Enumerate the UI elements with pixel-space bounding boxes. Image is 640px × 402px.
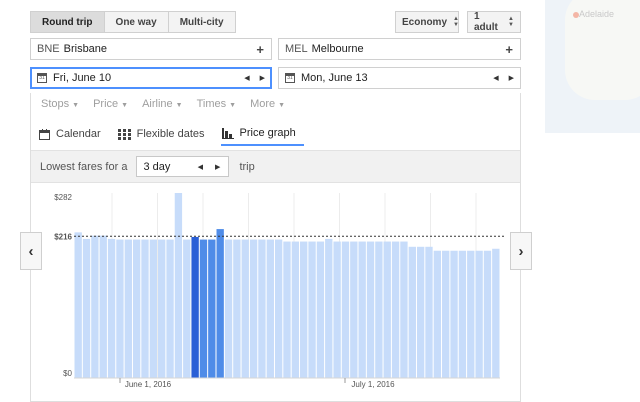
previous-period-button[interactable]: ‹ — [20, 232, 42, 270]
chevron-right-icon: › — [518, 242, 524, 260]
price-bar[interactable] — [99, 235, 107, 378]
price-bar[interactable] — [82, 238, 91, 378]
price-bar[interactable] — [208, 239, 216, 378]
price-bar[interactable] — [116, 239, 124, 378]
price-bar[interactable] — [183, 239, 191, 378]
price-bar[interactable] — [458, 250, 467, 378]
price-bar[interactable] — [233, 239, 241, 378]
price-bar[interactable] — [308, 241, 316, 378]
price-bar[interactable] — [124, 239, 132, 378]
price-bar[interactable] — [425, 246, 433, 378]
price-bar[interactable] — [74, 232, 82, 378]
price-bar[interactable] — [158, 239, 166, 378]
price-bar[interactable] — [216, 229, 224, 378]
price-bar[interactable] — [266, 239, 274, 378]
x-tick-label: June 1, 2016 — [125, 380, 172, 389]
price-bar[interactable] — [475, 250, 483, 378]
price-bar[interactable] — [492, 248, 500, 378]
price-bar[interactable] — [174, 193, 183, 378]
price-bar[interactable] — [416, 246, 425, 378]
price-bar[interactable] — [442, 250, 450, 378]
chevron-left-icon: ‹ — [28, 242, 34, 260]
price-bar[interactable] — [132, 239, 141, 378]
price-bar[interactable] — [283, 241, 291, 378]
price-bar[interactable] — [199, 239, 208, 378]
x-tick-label: July 1, 2016 — [351, 380, 395, 389]
price-bar[interactable] — [366, 241, 375, 378]
price-bar[interactable] — [249, 239, 258, 378]
y-tick-label: $216 — [54, 232, 72, 241]
price-bar[interactable] — [350, 241, 358, 378]
price-bar[interactable] — [291, 241, 300, 378]
price-bar[interactable] — [325, 238, 333, 378]
price-bar[interactable] — [141, 239, 149, 378]
price-bar[interactable] — [107, 238, 116, 378]
map-preview[interactable]: Adelaide — [545, 0, 640, 133]
price-bar[interactable] — [383, 241, 391, 378]
price-bar[interactable] — [433, 250, 442, 378]
y-tick-label: $0 — [63, 369, 72, 378]
price-bar[interactable] — [408, 246, 416, 378]
price-bar[interactable] — [391, 241, 400, 378]
y-tick-label: $282 — [54, 193, 72, 202]
price-bar[interactable] — [333, 241, 341, 378]
price-graph: $282 $216 $0 June 1, 2016 July 1, 2016 — [54, 193, 506, 389]
price-bar[interactable] — [258, 239, 266, 378]
price-bar[interactable] — [483, 250, 492, 378]
map-city-label: Adelaide — [579, 9, 615, 19]
price-bar[interactable] — [191, 236, 199, 378]
price-bar[interactable] — [316, 241, 325, 378]
price-bar[interactable] — [224, 239, 233, 378]
price-bar[interactable] — [241, 239, 249, 378]
price-bar[interactable] — [166, 239, 174, 378]
price-bar[interactable] — [450, 250, 458, 378]
price-bar[interactable] — [149, 239, 158, 378]
price-bar[interactable] — [375, 241, 383, 378]
price-bar[interactable] — [467, 250, 475, 378]
price-bar[interactable] — [400, 241, 408, 378]
price-bar[interactable] — [358, 241, 366, 378]
price-bar[interactable] — [300, 241, 308, 378]
price-bar[interactable] — [274, 239, 283, 378]
next-period-button[interactable]: › — [510, 232, 532, 270]
price-bar[interactable] — [341, 241, 350, 378]
price-bar[interactable] — [91, 235, 99, 378]
